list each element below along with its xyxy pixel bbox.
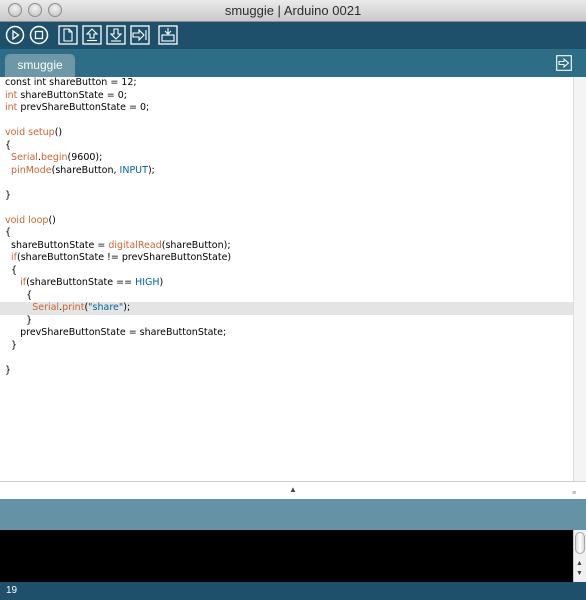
code-token: (shareButton);	[161, 239, 231, 251]
upload-icon	[130, 25, 150, 45]
code-token: {	[5, 227, 12, 238]
verify-button[interactable]	[5, 25, 25, 45]
code-line[interactable]: if(shareButtonState != prevShareButtonSt…	[0, 252, 573, 265]
code-line[interactable]	[0, 202, 573, 215]
code-token: )	[159, 277, 164, 288]
tab-strip: smuggie	[0, 49, 586, 77]
code-token: ()	[54, 127, 63, 138]
code-token: pinMode	[11, 164, 52, 176]
code-token: const int shareButton = 12;	[5, 77, 137, 88]
window-title: smuggie | Arduino 0021	[224, 3, 362, 18]
code-token: setup	[28, 127, 55, 138]
code-line[interactable]	[0, 352, 573, 365]
code-token: INPUT	[119, 164, 148, 176]
console-scroll-thumb[interactable]	[575, 532, 585, 554]
code-line[interactable]: {	[0, 290, 573, 303]
code-line[interactable]: Serial.print("share");	[0, 302, 573, 315]
code-token: shareButtonState =	[5, 239, 109, 251]
code-token: digitalRead	[108, 239, 162, 251]
serial-monitor-button[interactable]	[158, 25, 178, 45]
serial-monitor-icon	[158, 25, 178, 45]
code-token: begin	[40, 152, 68, 163]
code-token: HIGH	[135, 277, 160, 288]
scroll-down-icon[interactable]: ▼	[576, 570, 583, 577]
code-token: (shareButtonState != prevShareButtonStat…	[17, 252, 232, 263]
code-token: {	[5, 264, 18, 276]
code-token: }	[5, 364, 12, 376]
code-line[interactable]: int shareButtonState = 0;	[0, 90, 573, 103]
code-token: void	[5, 127, 26, 138]
collapse-arrow-icon[interactable]: ▲	[289, 485, 297, 494]
code-token: shareButtonState = 0;	[17, 89, 127, 101]
code-token: }	[5, 314, 33, 326]
save-button[interactable]	[106, 25, 126, 45]
code-token: void	[5, 214, 26, 226]
code-line[interactable]: {	[0, 265, 573, 278]
code-line[interactable]: {	[0, 227, 573, 240]
console-scrollbar[interactable]: ▲ ▼	[573, 530, 586, 582]
code-line[interactable]: int prevShareButtonState = 0;	[0, 102, 573, 115]
new-button[interactable]	[58, 25, 78, 45]
code-token: int	[5, 102, 18, 113]
code-token: int	[5, 89, 18, 101]
code-token: "share"	[88, 302, 124, 313]
split-divider[interactable]: ▲ ≡	[0, 481, 586, 499]
open-icon	[82, 25, 102, 45]
tab-menu-button[interactable]	[556, 55, 572, 71]
resize-grip-icon[interactable]: ≡	[572, 490, 582, 498]
code-line[interactable]: pinMode(shareButton, INPUT);	[0, 165, 573, 178]
save-icon	[106, 25, 126, 45]
code-token: (shareButton,	[51, 164, 120, 176]
code-token: prevShareButtonState = shareButtonState;	[5, 327, 227, 338]
toolbar	[0, 22, 586, 49]
code-line[interactable]: }	[0, 190, 573, 203]
code-token: );	[123, 302, 131, 313]
window-title-bar: smuggie | Arduino 0021	[0, 0, 586, 22]
scroll-up-icon[interactable]: ▲	[576, 560, 583, 567]
stop-icon	[29, 25, 49, 45]
code-line[interactable]	[0, 177, 573, 190]
code-line[interactable]: void loop()	[0, 215, 573, 228]
code-line[interactable]	[0, 115, 573, 128]
code-token: print	[62, 302, 85, 313]
code-token: }	[5, 189, 12, 201]
code-token: ()	[48, 214, 56, 226]
code-line[interactable]: void setup()	[0, 127, 573, 140]
message-area	[0, 499, 586, 530]
editor-scrollbar[interactable]	[573, 77, 586, 481]
upload-button[interactable]	[130, 25, 150, 45]
code-token: loop	[28, 214, 49, 226]
code-line[interactable]: const int shareButton = 12;	[0, 77, 573, 90]
current-line-number: 19	[6, 585, 18, 596]
code-token: Serial	[11, 152, 38, 163]
code-token: {	[5, 289, 33, 301]
open-button[interactable]	[82, 25, 102, 45]
new-icon	[58, 25, 78, 45]
tab-menu-icon	[556, 55, 572, 71]
line-number-bar: 19	[0, 582, 586, 600]
code-token: prevShareButtonState = 0;	[17, 102, 150, 113]
code-token: );	[147, 164, 155, 176]
code-line[interactable]: }	[0, 315, 573, 328]
stop-button[interactable]	[29, 25, 49, 45]
code-editor[interactable]: const int shareButton = 12; int shareButt…	[0, 77, 573, 481]
code-line[interactable]: {	[0, 140, 573, 153]
code-line[interactable]: shareButtonState = digitalRead(shareButt…	[0, 240, 573, 253]
code-token: {	[5, 139, 12, 151]
verify-icon	[5, 25, 25, 45]
code-line[interactable]: }	[0, 365, 573, 378]
tab-smuggie[interactable]: smuggie	[5, 54, 75, 77]
code-token: }	[5, 339, 18, 351]
code-line[interactable]: prevShareButtonState = shareButtonState;	[0, 327, 573, 340]
code-line[interactable]: if(shareButtonState == HIGH)	[0, 277, 573, 290]
code-token: Serial	[32, 302, 60, 313]
code-token: (shareButtonState ==	[26, 277, 136, 288]
code-line[interactable]: }	[0, 340, 573, 353]
code-token: (9600);	[67, 152, 103, 163]
code-line[interactable]: Serial.begin(9600);	[0, 152, 573, 165]
console-output[interactable]	[0, 530, 573, 582]
